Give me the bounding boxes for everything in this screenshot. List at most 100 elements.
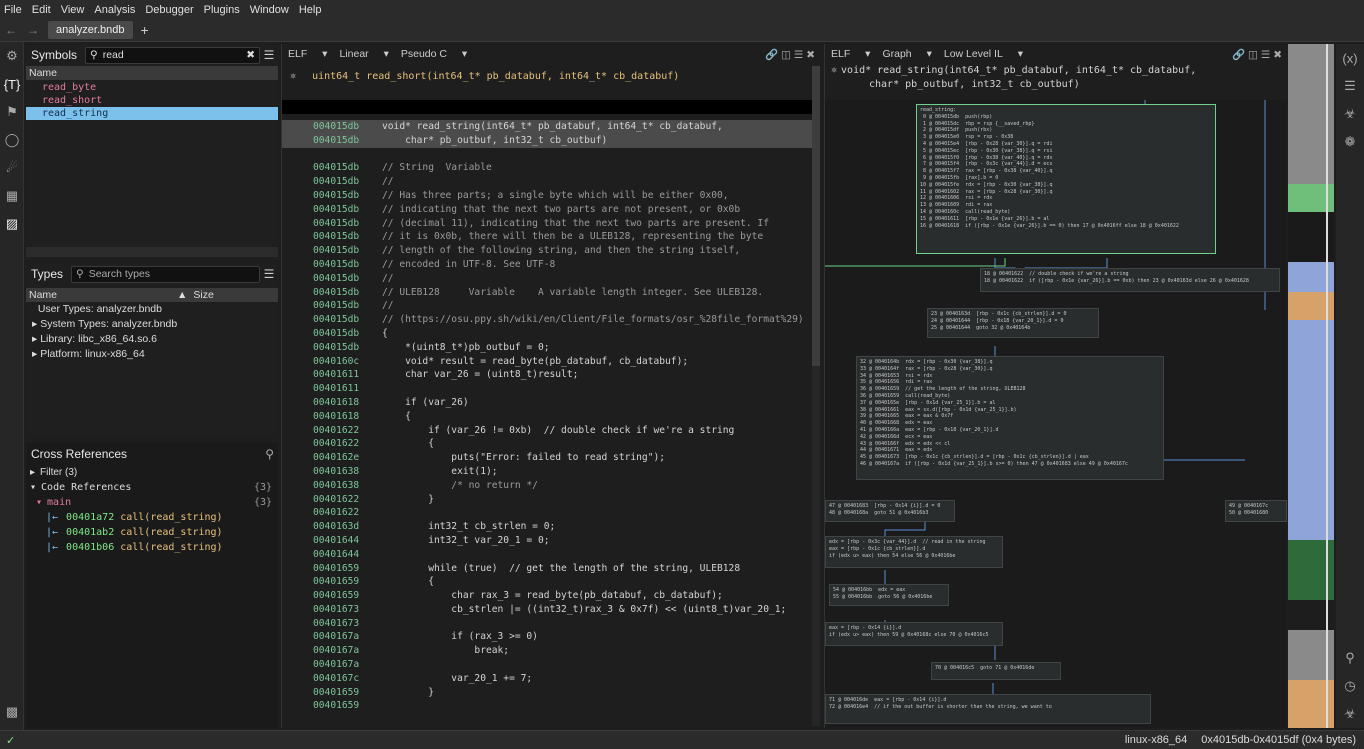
function-signature[interactable]: uint64_t read_short(int64_t* pb_databuf,… bbox=[312, 71, 679, 82]
language-dropdown[interactable]: Pseudo C ▾ bbox=[401, 48, 467, 60]
code-references-row[interactable]: ▾ Code References {3} bbox=[26, 480, 278, 495]
code-line[interactable]: 0040167a bbox=[282, 658, 812, 672]
graph-block-71[interactable]: 71 @ 004016de eax = [rbp - 0x14 {i}].d 7… bbox=[825, 694, 1151, 724]
expand-arrow-icon[interactable]: ▸ bbox=[32, 333, 40, 345]
code-line[interactable]: 00401644 bbox=[282, 548, 812, 562]
code-line[interactable]: 004015db // bbox=[282, 175, 812, 189]
graph-block-entry[interactable]: read_string: 0 @ 004015db push(rbp) 1 @ … bbox=[916, 104, 1216, 254]
variables-icon[interactable]: ◯ bbox=[0, 126, 24, 154]
types-menu-icon[interactable]: ☰ bbox=[260, 267, 278, 281]
expand-arrow-icon[interactable]: ▸ bbox=[32, 318, 40, 330]
code-line[interactable]: 004015db { bbox=[282, 327, 812, 341]
clear-search-icon[interactable]: ✖ bbox=[246, 49, 255, 61]
forward-arrow-icon[interactable]: → bbox=[22, 23, 44, 37]
file-tab[interactable]: analyzer.bndb bbox=[48, 21, 133, 39]
graph-block-23[interactable]: 23 @ 0040163d [rbp - 0x1c {cb_strlen}].d… bbox=[927, 308, 1099, 338]
types-icon[interactable]: {T} bbox=[0, 70, 24, 98]
menu-analysis[interactable]: Analysis bbox=[94, 4, 135, 16]
code-line[interactable]: 0040162e puts("Error: failed to read str… bbox=[282, 451, 812, 465]
collapse-arrow-icon[interactable]: ▾ bbox=[30, 480, 36, 495]
new-tab-button[interactable]: + bbox=[141, 22, 149, 38]
graph-options-icons[interactable]: 🔗 ◫ ☰ ✖ bbox=[1232, 48, 1282, 61]
graph-block-51[interactable]: edx = [rbp - 0x3c {var_44}].d // read in… bbox=[825, 536, 1003, 568]
code-line[interactable]: 0040163d int32_t cb_strlen = 0; bbox=[282, 520, 812, 534]
selection-range[interactable]: 0x4015db-0x4015df (0x4 bytes) bbox=[1201, 734, 1356, 746]
xref-row[interactable]: |← 00401b06 call(read_string) bbox=[26, 540, 278, 555]
types-search-input[interactable]: ⚲ Search types bbox=[71, 265, 260, 283]
menu-plugins[interactable]: Plugins bbox=[204, 4, 240, 16]
code-line[interactable]: 004015db // length of the following strin… bbox=[282, 244, 812, 258]
code-line[interactable]: 004015db // indicating that the next two … bbox=[282, 203, 812, 217]
type-item[interactable]: User Types: analyzer.bndb bbox=[26, 302, 278, 317]
type-item[interactable]: ▸ Library: libc_x86_64.so.6 bbox=[26, 332, 278, 347]
feature-map-cursor[interactable] bbox=[1326, 44, 1328, 728]
code-line[interactable]: 0040160c void* result = read_byte(pb_dat… bbox=[282, 355, 812, 369]
graph-view-dropdown[interactable]: ELF ▾ bbox=[831, 48, 870, 60]
code-line[interactable]: 00401659 } bbox=[282, 686, 812, 700]
symbols-column-name[interactable]: Name bbox=[26, 66, 278, 80]
symbol-item[interactable]: read_short bbox=[26, 94, 278, 107]
xref-row[interactable]: |← 00401ab2 call(read_string) bbox=[26, 525, 278, 540]
code-line[interactable]: 0040167a break; bbox=[282, 644, 812, 658]
settings-icon[interactable]: ❁ bbox=[1336, 128, 1364, 156]
graph-block-56[interactable]: eax = [rbp - 0x14 {i}].d if (edx u> eax)… bbox=[825, 622, 1003, 646]
code-line[interactable]: 004015db // (decimal 11), indicating that… bbox=[282, 217, 812, 231]
code-line[interactable] bbox=[282, 148, 812, 162]
pane-options-icons[interactable]: 🔗 ◫ ☰ ✖ bbox=[765, 48, 815, 61]
code-line[interactable]: 00401622 { bbox=[282, 437, 812, 451]
terminal-icon[interactable]: ▩ bbox=[0, 698, 24, 726]
code-line[interactable]: 00401618 { bbox=[282, 410, 812, 424]
graph-canvas[interactable]: read_string: 0 @ 004015db push(rbp) 1 @ … bbox=[825, 100, 1287, 728]
code-line[interactable]: 00401673 cb_strlen |= ((int32_t)rax_3 & … bbox=[282, 603, 812, 617]
code-line[interactable]: 004015db // it is 0x0b, there will then b… bbox=[282, 230, 812, 244]
code-line[interactable]: 004015db // encoded in UTF-8. See UTF-8 bbox=[282, 258, 812, 272]
xrefs-icon[interactable]: ▨ bbox=[0, 210, 24, 238]
symbols-scrollbar[interactable] bbox=[26, 247, 278, 257]
graph-block-54[interactable]: 54 @ 004016bb edx = eax 55 @ 004016bb go… bbox=[829, 584, 949, 606]
code-line[interactable]: 004015db // (https://osu.ppy.sh/wiki/en/C… bbox=[282, 313, 812, 327]
menu-view[interactable]: View bbox=[61, 4, 85, 16]
bug-icon[interactable]: ☣ bbox=[1336, 100, 1364, 128]
xref-group-main[interactable]: ▾ main {3} bbox=[26, 495, 278, 510]
symbols-menu-icon[interactable]: ☰ bbox=[260, 48, 278, 62]
graph-layout-dropdown[interactable]: Graph ▾ bbox=[882, 48, 931, 60]
code-line[interactable]: 004015db *(uint8_t*)pb_outbuf = 0; bbox=[282, 341, 812, 355]
symbols-search-input[interactable]: ⚲ read ✖ bbox=[85, 46, 260, 64]
code-line[interactable]: 00401659 { bbox=[282, 575, 812, 589]
graph-block-49[interactable]: 49 @ 0040167c 50 @ 00401680 bbox=[1225, 500, 1287, 522]
code-line[interactable]: 00401611 bbox=[282, 382, 812, 396]
code-scrollbar-thumb[interactable] bbox=[812, 66, 820, 366]
menu-edit[interactable]: Edit bbox=[32, 4, 51, 16]
graph-block-32[interactable]: 32 @ 0040164b rdx = [rbp - 0x30 {var_38}… bbox=[856, 356, 1164, 480]
code-line[interactable]: 00401659 bbox=[282, 699, 812, 713]
code-line[interactable]: 004015db char* pb_outbuf, int32_t cb_out… bbox=[282, 133, 812, 148]
layout-dropdown[interactable]: Linear ▾ bbox=[339, 48, 388, 60]
type-item[interactable]: ▸ Platform: linux-x86_64 bbox=[26, 347, 278, 362]
graph-block-18[interactable]: 18 @ 00401622 // double check if we're a… bbox=[980, 268, 1280, 292]
layers-icon[interactable]: ☰ bbox=[1336, 72, 1364, 100]
search-icon[interactable]: ⚲ bbox=[1336, 644, 1364, 672]
il-dropdown[interactable]: Low Level IL ▾ bbox=[944, 48, 1023, 60]
feature-map[interactable] bbox=[1288, 44, 1334, 728]
menu-file[interactable]: File bbox=[4, 4, 22, 16]
architecture-label[interactable]: linux-x86_64 bbox=[1125, 734, 1187, 746]
code-line[interactable]: 00401611 char var_26 = (uint8_t)result; bbox=[282, 368, 812, 382]
code-line[interactable]: 004015db // bbox=[282, 272, 812, 286]
bug-icon[interactable]: ☣ bbox=[1336, 700, 1364, 728]
types-column-name[interactable]: Name bbox=[29, 289, 57, 301]
back-arrow-icon[interactable]: ← bbox=[0, 23, 22, 37]
view-type-dropdown[interactable]: ELF ▾ bbox=[288, 48, 327, 60]
variables-icon[interactable]: (x) bbox=[1336, 44, 1364, 72]
stack-icon[interactable]: ▦ bbox=[0, 182, 24, 210]
graph-sig-line-1[interactable]: void* read_string(int64_t* pb_databuf, i… bbox=[841, 65, 1196, 76]
graph-block-47[interactable]: 47 @ 00401683 [rbp - 0x14 {i}].d = 0 48 … bbox=[825, 500, 955, 522]
code-line[interactable]: 0040167c var_20_1 += 7; bbox=[282, 672, 812, 686]
xref-row[interactable]: |← 00401a72 call(read_string) bbox=[26, 510, 278, 525]
code-line[interactable]: 00401638 /* no return */ bbox=[282, 479, 812, 493]
code-line[interactable]: 00401618 if (var_26) bbox=[282, 396, 812, 410]
menu-window[interactable]: Window bbox=[250, 4, 289, 16]
symbol-item[interactable]: read_string bbox=[26, 107, 278, 120]
code-scrollbar[interactable] bbox=[812, 66, 820, 726]
types-column-size[interactable]: Size bbox=[193, 289, 213, 301]
graph-block-70[interactable]: 70 @ 004016c5 goto 71 @ 0x4016de bbox=[931, 662, 1061, 680]
